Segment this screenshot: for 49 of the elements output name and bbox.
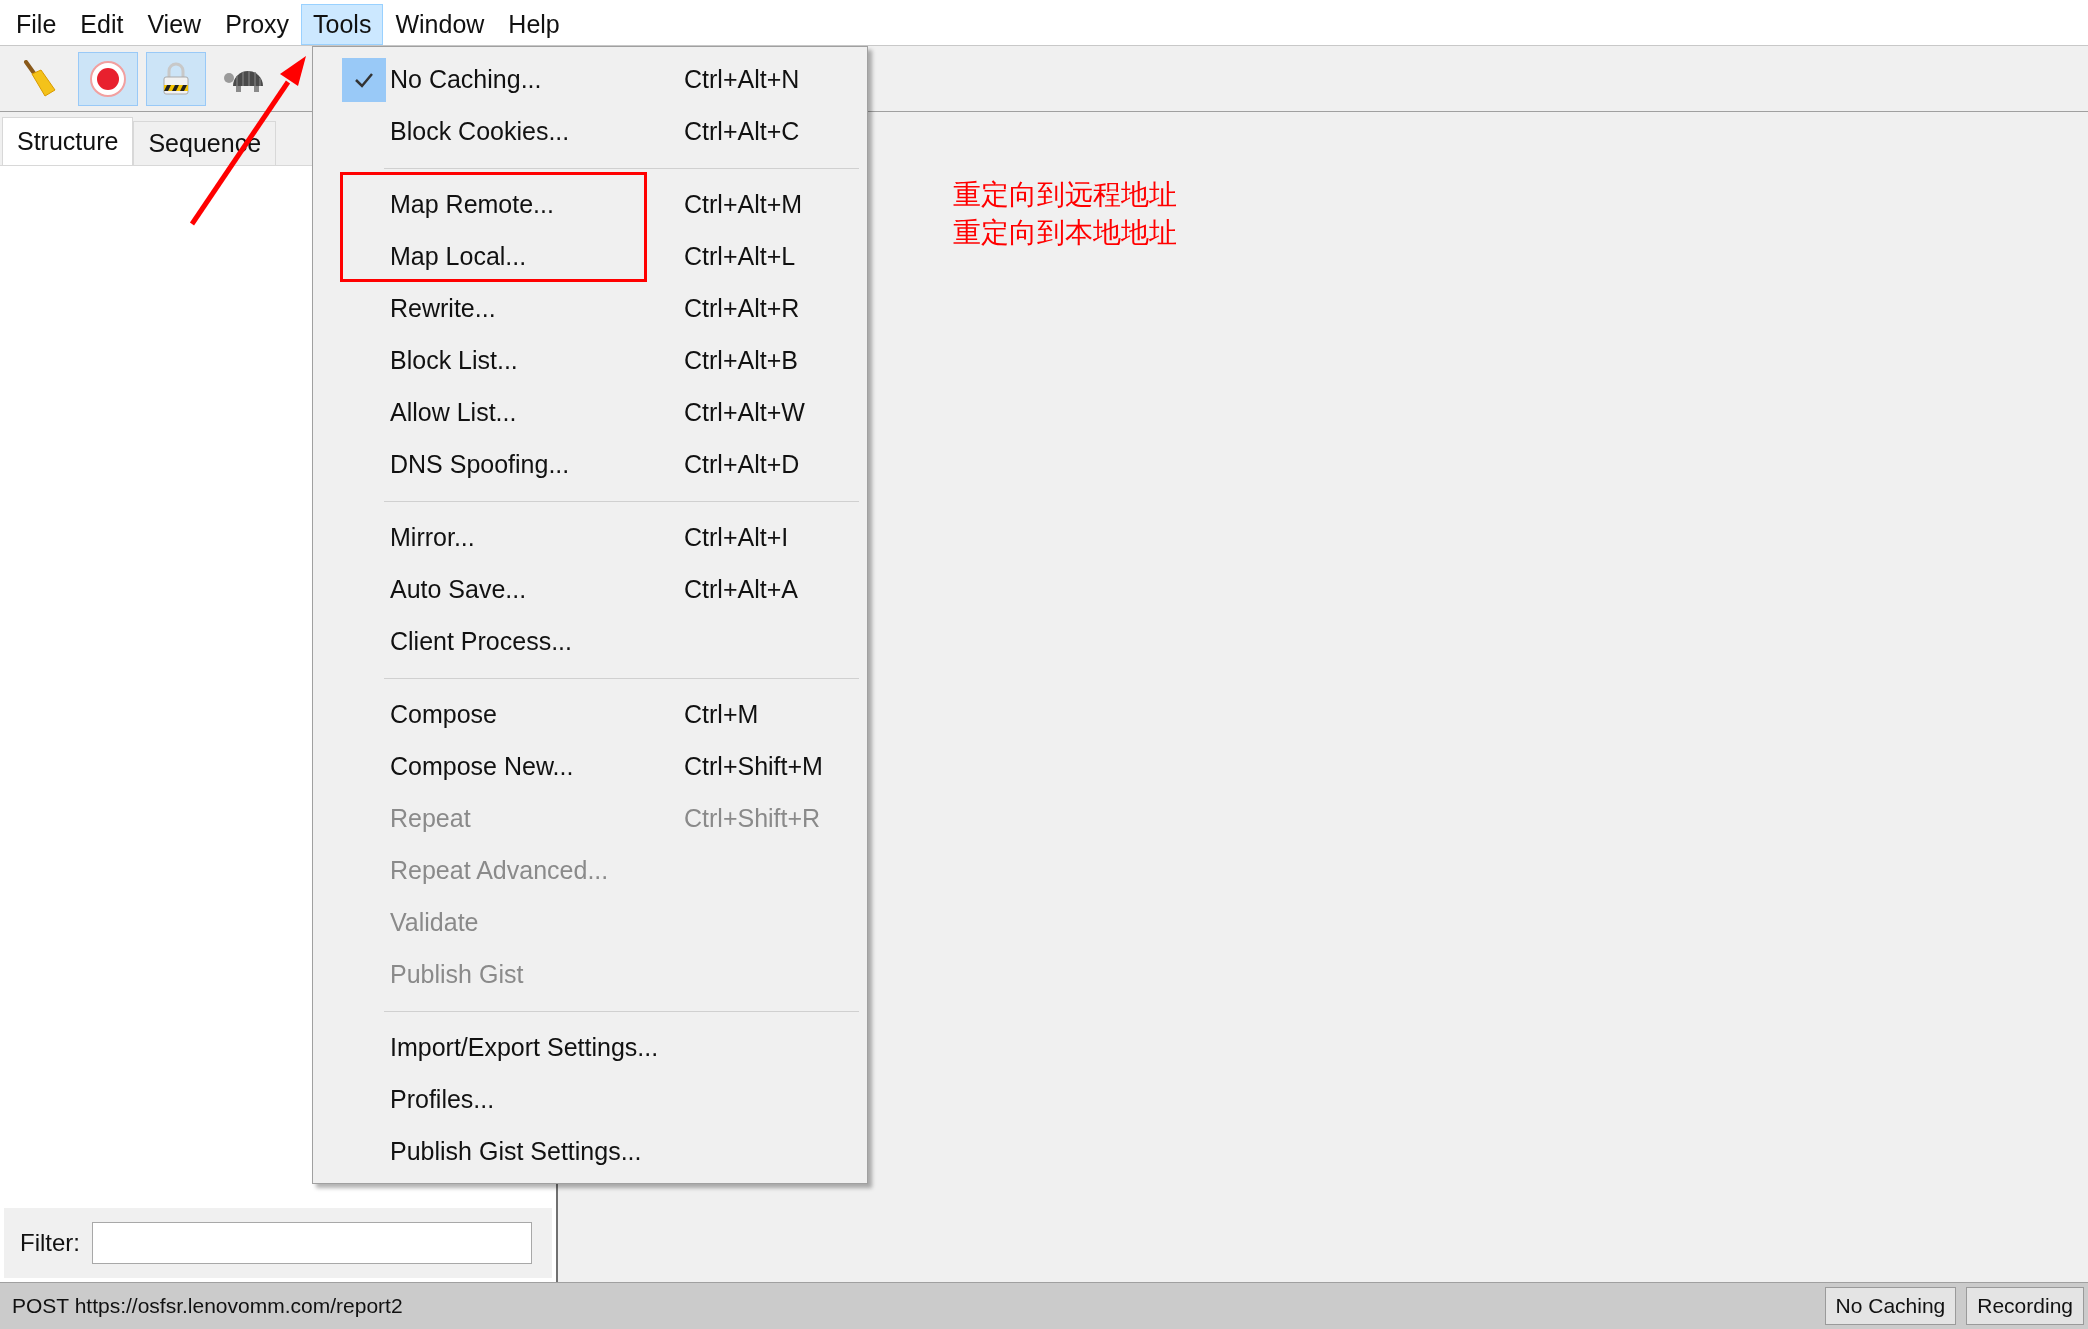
shortcut-text: Ctrl+Alt+I (684, 522, 789, 554)
broom-icon (23, 59, 57, 98)
menu-item[interactable]: Publish Gist Settings... (313, 1126, 867, 1178)
annotation-text: 重定向到本地地址 (953, 216, 1177, 250)
menu-bar-item[interactable]: Window (383, 4, 497, 45)
shortcut-text: Ctrl+Shift+R (684, 803, 821, 835)
menu-item[interactable]: DNS Spoofing... Ctrl+Alt+D (313, 439, 867, 491)
shortcut-text: Ctrl+Shift+M (684, 751, 823, 783)
shortcut-text: Ctrl+Alt+A (684, 574, 798, 606)
menu-item[interactable]: Import/Export Settings... (313, 1022, 867, 1074)
menu-item[interactable]: Block List... Ctrl+Alt+B (313, 335, 867, 387)
menu-item[interactable]: Block Cookies... Ctrl+Alt+C (313, 106, 867, 158)
menu-bar-item[interactable]: Tools (301, 4, 384, 45)
menu-bar-item[interactable]: Proxy (213, 4, 302, 45)
menu-item[interactable]: Mirror... Ctrl+Alt+I (313, 512, 867, 564)
shortcut-text: Ctrl+Alt+D (684, 449, 800, 481)
shortcut-text: Ctrl+Alt+R (684, 293, 800, 325)
menu-item[interactable]: Profiles... (313, 1074, 867, 1126)
menu-item[interactable]: Compose New... Ctrl+Shift+M (313, 741, 867, 793)
status-toggle[interactable]: Recording (1966, 1287, 2084, 1325)
shortcut-text: Ctrl+M (684, 699, 759, 731)
padlock-icon (161, 60, 191, 97)
toolbar-button[interactable] (78, 51, 138, 106)
menu-item[interactable]: Allow List... Ctrl+Alt+W (313, 387, 867, 439)
menu-bar-item[interactable]: Help (496, 4, 572, 45)
status-toggle[interactable]: No Caching (1824, 1287, 1957, 1325)
menu-item[interactable]: Compose Ctrl+M (313, 689, 867, 741)
menu-item[interactable]: Auto Save... Ctrl+Alt+A (313, 564, 867, 616)
menu-bar-item[interactable]: File (4, 4, 69, 45)
menu-item[interactable]: Client Process... (313, 616, 867, 668)
menu-item[interactable]: No Caching... Ctrl+Alt+N (313, 54, 867, 106)
shortcut-text: Ctrl+Alt+N (684, 64, 800, 96)
menu-bar-item[interactable]: View (135, 4, 214, 45)
toolbar-button[interactable] (146, 51, 206, 106)
status-text: POST https://osfsr.lenovomm.com/report2 (12, 1293, 404, 1320)
menu-bar-item[interactable]: Edit (68, 4, 136, 45)
tab[interactable]: Structure (2, 117, 134, 165)
shortcut-text: Ctrl+Alt+M (684, 189, 803, 221)
shortcut-text: Ctrl+Alt+C (684, 116, 800, 148)
shortcut-text: Ctrl+Alt+W (684, 397, 805, 429)
menu-item[interactable]: Rewrite... Ctrl+Alt+R (313, 283, 867, 335)
filter-input[interactable] (92, 1222, 532, 1264)
shortcut-text: Ctrl+Alt+B (684, 345, 798, 377)
shortcut-text: Ctrl+Alt+L (684, 241, 796, 273)
filter-label: Filter: (20, 1228, 80, 1258)
menu-item[interactable]: Map Local... Ctrl+Alt+L (313, 231, 867, 283)
record-icon (90, 60, 126, 97)
annotation-text: 重定向到远程地址 (953, 178, 1177, 212)
menu-item[interactable]: Map Remote... Ctrl+Alt+M (313, 179, 867, 231)
